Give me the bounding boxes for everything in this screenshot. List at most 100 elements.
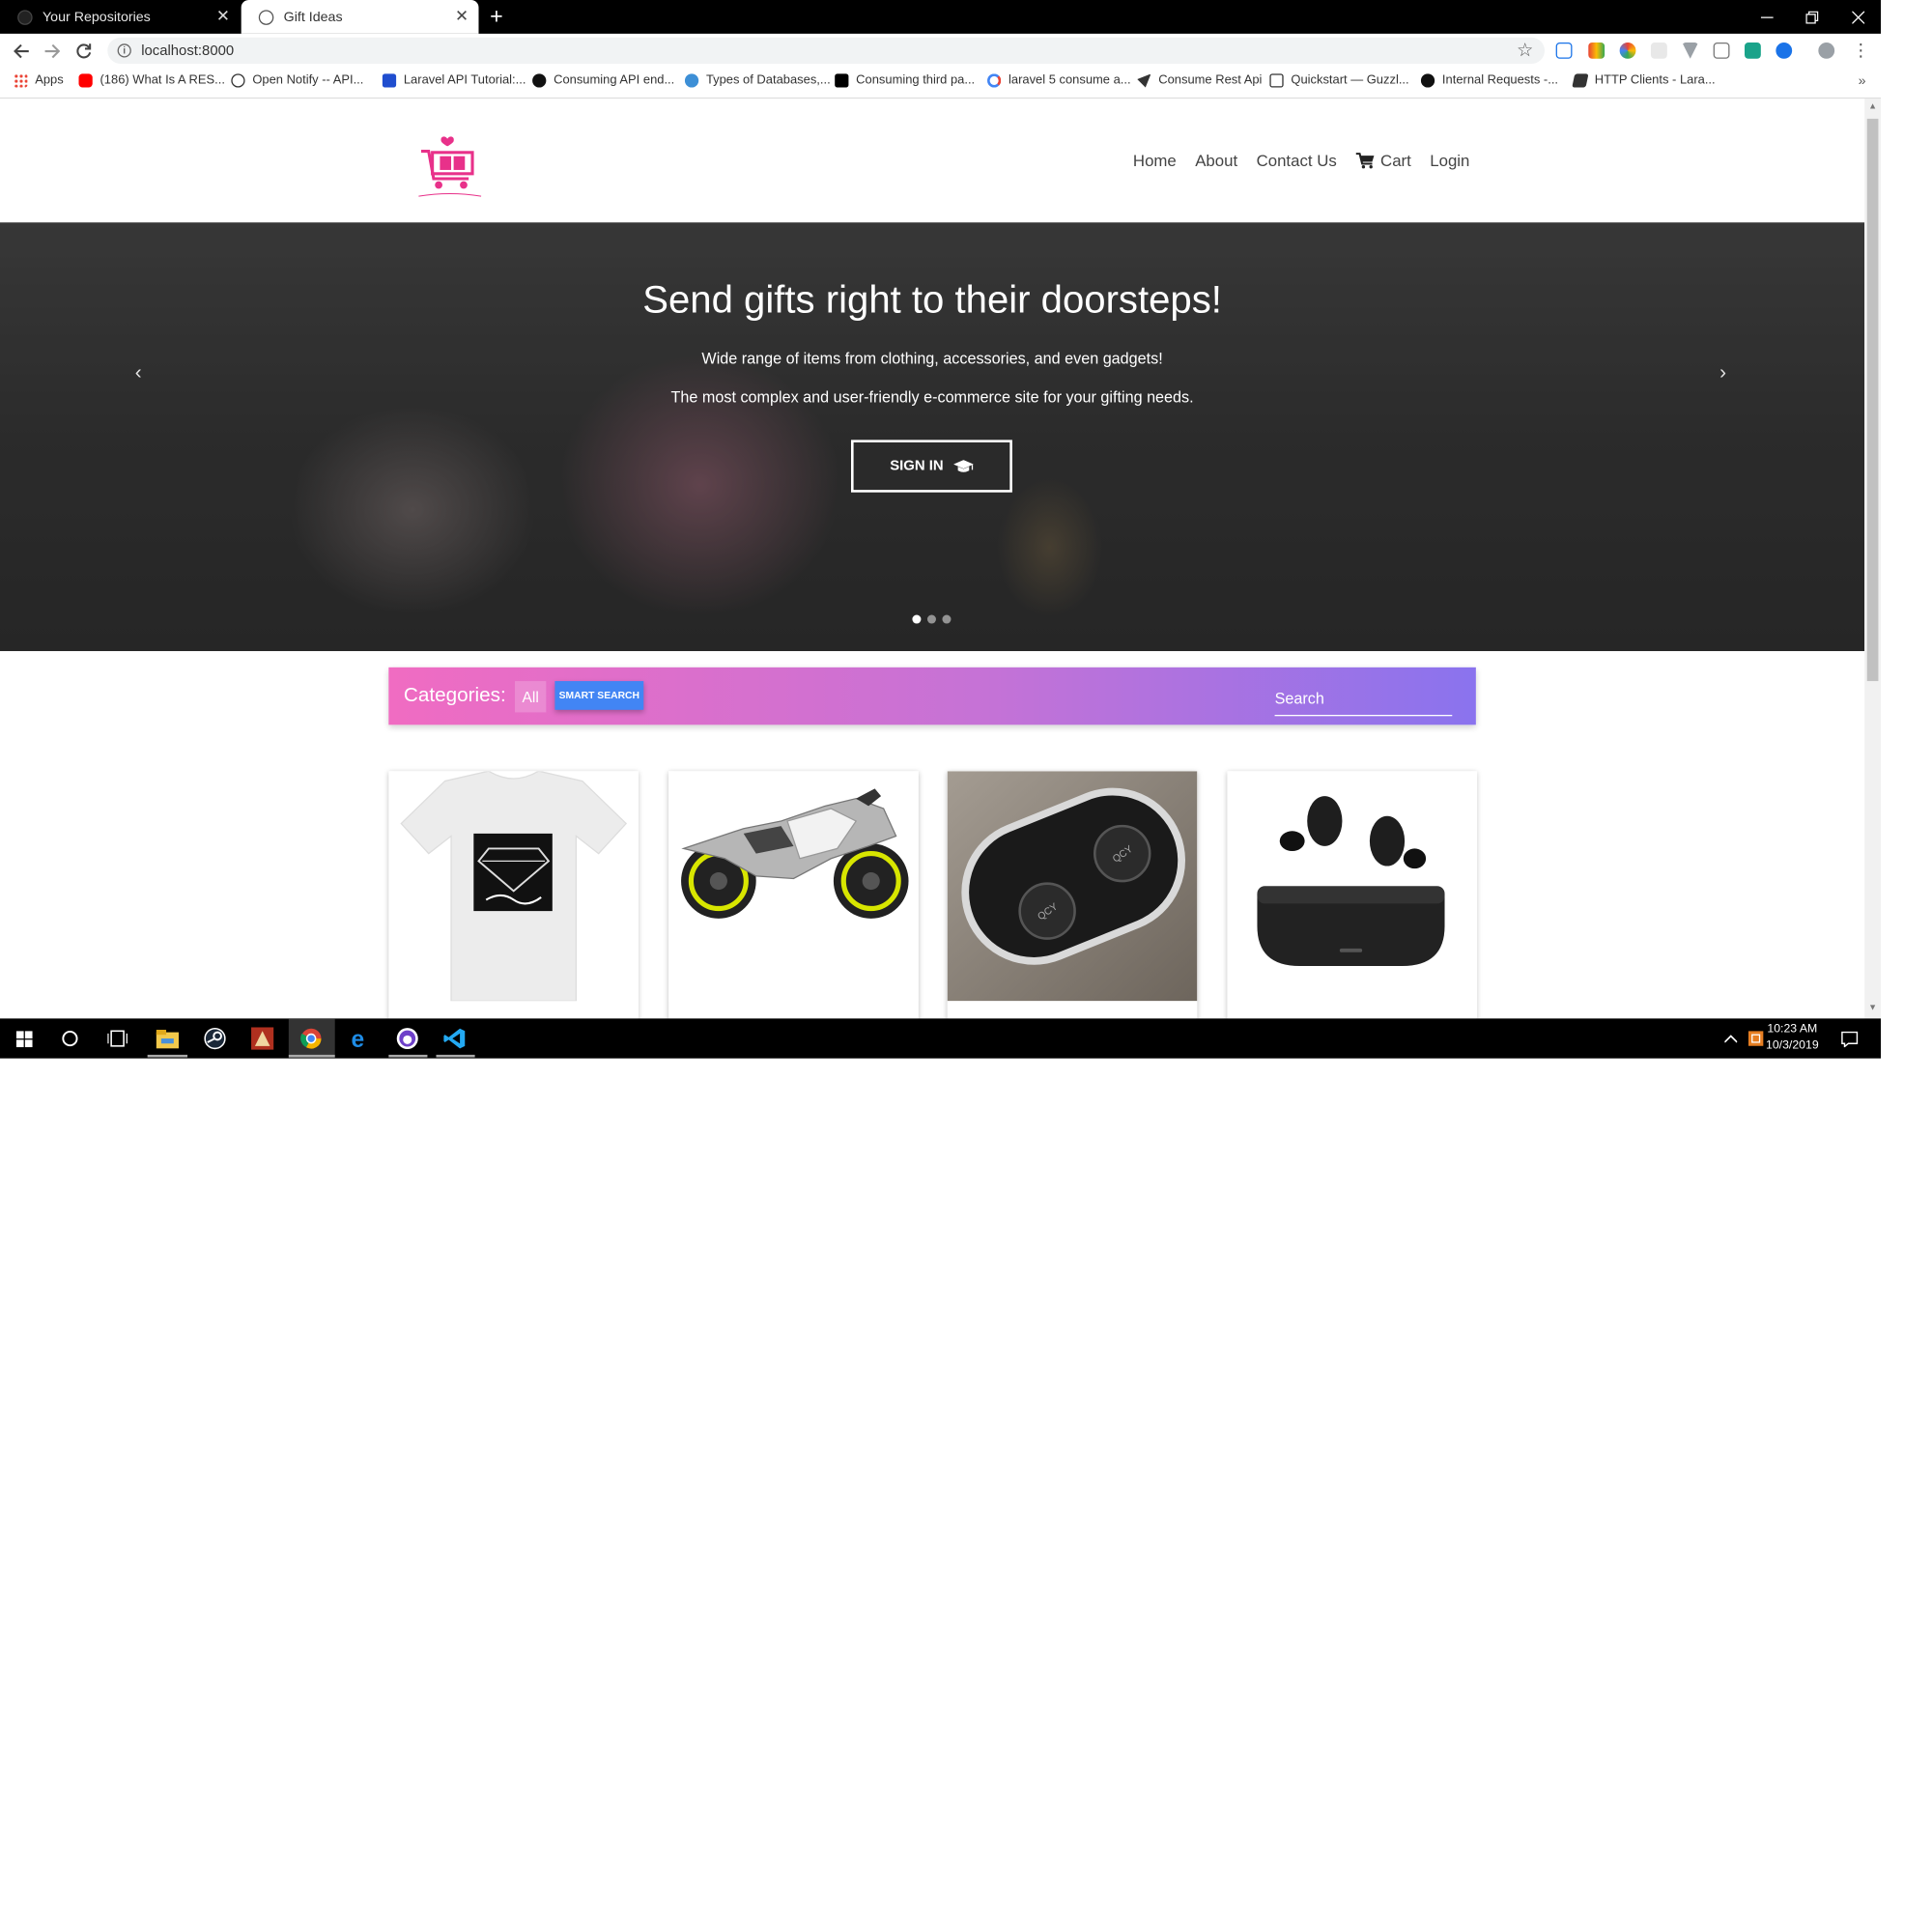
hero-subtitle-2: The most complex and user-friendly e-com…	[670, 388, 1194, 407]
bookmark-quickstart-guzzle[interactable]: Quickstart — Guzzl...	[1269, 73, 1409, 88]
github-desktop-icon[interactable]	[395, 1026, 420, 1051]
categories-label: Categories:	[403, 684, 506, 706]
tray-app-icon[interactable]	[1744, 1026, 1769, 1051]
bookmark-open-notify[interactable]: Open Notify -- API...	[231, 73, 363, 88]
bookmark-consuming-api[interactable]: Consuming API end...	[532, 73, 675, 88]
bookmark-apps[interactable]: Apps	[14, 73, 64, 88]
game-app-icon[interactable]	[250, 1026, 275, 1051]
sign-in-button[interactable]: SIGN IN	[851, 440, 1012, 493]
bookmark-consuming-third-party[interactable]: Consuming third pa...	[835, 73, 976, 88]
tshirt-product-image	[388, 771, 639, 1002]
bookmark-types-of-databases[interactable]: Types of Databases,...	[684, 73, 831, 88]
bookmark-label: laravel 5 consume a...	[1009, 73, 1131, 88]
close-icon[interactable]: ✕	[455, 7, 469, 25]
search-input[interactable]	[1274, 681, 1453, 717]
youtube-icon	[78, 73, 93, 88]
bookmark-label: Laravel API Tutorial:...	[403, 73, 526, 88]
page-viewport: Home About Contact Us Cart Login Send gi…	[0, 99, 1865, 1019]
bookmark-consume-rest-api[interactable]: Consume Rest Api	[1137, 73, 1263, 88]
back-arrow-icon[interactable]	[9, 39, 34, 64]
product-card[interactable]	[668, 771, 919, 1019]
system-clock[interactable]: 10:23 AM 10/3/2019	[1766, 1021, 1819, 1054]
color-picker-extension-icon[interactable]	[1619, 42, 1636, 59]
bookmark-internal-requests[interactable]: Internal Requests -...	[1420, 73, 1558, 88]
github-icon	[1420, 73, 1435, 88]
bookmark-label: Consuming API end...	[554, 73, 675, 88]
profile-avatar-icon[interactable]	[1818, 42, 1835, 59]
tab-your-repositories[interactable]: Your Repositories ✕	[0, 0, 240, 34]
nav-cart-link[interactable]: Cart	[1355, 152, 1411, 170]
restore-icon[interactable]	[1790, 0, 1835, 34]
windows-start-icon[interactable]	[12, 1026, 37, 1051]
carousel-dot-2[interactable]	[926, 614, 936, 624]
category-all-button[interactable]: All	[515, 681, 547, 713]
steam-icon[interactable]	[203, 1026, 228, 1051]
gift-cart-logo-icon[interactable]	[416, 133, 484, 198]
bookmark-label: Consuming third pa...	[856, 73, 976, 88]
scroll-down-icon[interactable]: ▼	[1868, 1004, 1877, 1012]
bookmark-youtube[interactable]: (186) What Is A RES...	[78, 73, 225, 88]
chevron-up-icon[interactable]	[1719, 1026, 1744, 1051]
carousel-next-icon[interactable]: ›	[1719, 362, 1726, 384]
scrollbar-thumb[interactable]	[1866, 118, 1879, 682]
vue-extension-icon[interactable]	[1682, 42, 1699, 59]
scroll-up-icon[interactable]: ▲	[1868, 102, 1877, 111]
bookmark-label: Consume Rest Api	[1158, 73, 1263, 88]
reload-icon[interactable]	[71, 39, 97, 64]
bookmark-laravel-consume[interactable]: laravel 5 consume a...	[987, 73, 1131, 88]
tab-title: Gift Ideas	[283, 9, 343, 25]
new-tab-button[interactable]: +	[490, 4, 503, 29]
colorful-extension-icon[interactable]	[1588, 42, 1605, 59]
earbuds-case-product-image: QCY QCY	[947, 771, 1198, 1002]
graduation-cap-icon	[952, 459, 974, 472]
product-card[interactable]	[1227, 771, 1478, 1019]
category-bar: Categories: All SMART SEARCH	[388, 667, 1476, 725]
vscode-icon[interactable]	[442, 1026, 468, 1051]
download-extension-icon[interactable]	[1776, 42, 1793, 59]
smart-search-button[interactable]: SMART SEARCH	[554, 681, 644, 710]
window-extension-icon[interactable]	[1713, 42, 1730, 59]
more-bookmarks-icon[interactable]: »	[1859, 73, 1866, 89]
carousel-dot-1[interactable]	[912, 614, 922, 624]
clock-date: 10/3/2019	[1765, 1038, 1819, 1053]
file-explorer-icon[interactable]	[155, 1026, 180, 1051]
blank-extension-icon[interactable]	[1650, 42, 1667, 59]
carousel-indicators	[912, 614, 957, 624]
nav-login-link[interactable]: Login	[1430, 152, 1469, 170]
nav-home-link[interactable]: Home	[1133, 152, 1177, 170]
green-extension-icon[interactable]	[1745, 42, 1761, 59]
taskbar-running-indicator	[388, 1054, 428, 1058]
page-scrollbar[interactable]: ▲ ▼	[1864, 99, 1882, 1019]
checklist-extension-icon[interactable]	[1555, 42, 1573, 59]
github-icon	[532, 73, 547, 88]
cortana-search-icon[interactable]	[58, 1026, 83, 1051]
apps-grid-icon	[14, 73, 28, 88]
close-icon[interactable]: ✕	[216, 7, 230, 25]
cart-icon	[1355, 153, 1374, 169]
bookmark-star-icon[interactable]: ☆	[1517, 39, 1533, 61]
earbuds-floating-product-image	[1227, 771, 1478, 1002]
info-icon[interactable]: i	[117, 43, 131, 58]
medium-icon	[835, 73, 849, 88]
notifications-icon[interactable]	[1837, 1026, 1862, 1051]
bookmark-laravel-api[interactable]: Laravel API Tutorial:...	[382, 73, 526, 88]
chrome-icon[interactable]	[298, 1026, 324, 1051]
window-close-icon[interactable]	[1835, 0, 1881, 34]
taskbar-running-indicator	[147, 1054, 188, 1058]
forward-arrow-icon[interactable]	[40, 39, 65, 64]
minimize-icon[interactable]	[1745, 0, 1790, 34]
nav-about-link[interactable]: About	[1195, 152, 1237, 170]
tab-gift-ideas[interactable]: Gift Ideas ✕	[241, 0, 479, 34]
nav-contact-link[interactable]: Contact Us	[1257, 152, 1337, 170]
github-icon	[17, 9, 33, 25]
edge-icon[interactable]: e	[348, 1026, 373, 1051]
carousel-prev-icon[interactable]: ‹	[135, 362, 142, 384]
product-card[interactable]: QCY QCY	[947, 771, 1198, 1019]
address-bar[interactable]: i localhost:8000 ☆	[107, 37, 1546, 64]
url-text: localhost:8000	[141, 43, 235, 59]
task-view-icon[interactable]	[105, 1026, 130, 1051]
bookmark-http-clients[interactable]: HTTP Clients - Lara...	[1572, 73, 1716, 88]
menu-icon[interactable]: ⋮	[1852, 40, 1869, 61]
carousel-dot-3[interactable]	[942, 614, 952, 624]
product-card[interactable]	[388, 771, 639, 1019]
